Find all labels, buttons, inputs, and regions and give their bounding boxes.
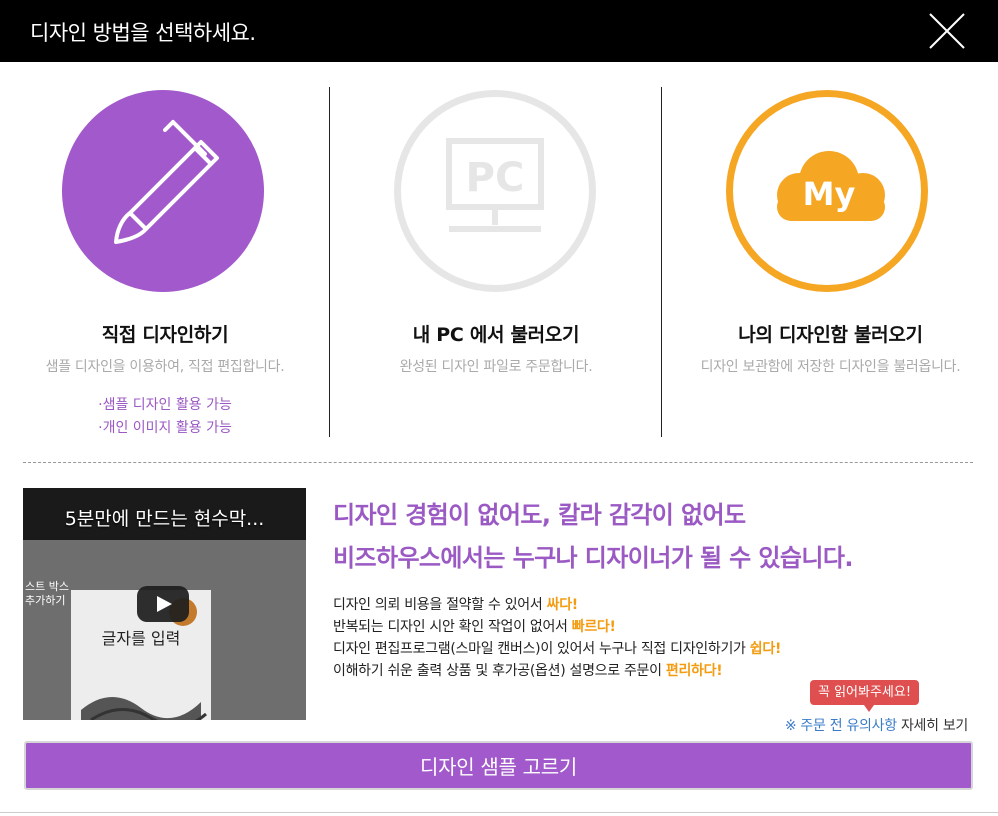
option-icon-circle: PC (394, 90, 596, 292)
modal-title: 디자인 방법을 선택하세요. (30, 21, 256, 45)
benefit-list: 디자인 의뢰 비용을 절약할 수 있어서 싸다! 반복되는 디자인 시안 확인 … (333, 594, 781, 682)
column-divider (329, 87, 330, 437)
close-icon (929, 13, 965, 49)
pc-monitor-icon: PC (446, 138, 544, 232)
cloud-icon: My (777, 151, 885, 221)
tutorial-video[interactable]: 글자를 입력 5분만에 만드는 현수막... 스트 박스 추가하기 (23, 488, 306, 720)
column-divider (661, 87, 662, 437)
play-button[interactable] (137, 586, 189, 622)
option-title: 직접 디자인하기 (101, 324, 229, 346)
video-side-line: 스트 박스 (25, 580, 69, 593)
read-me-tooltip: 꼭 읽어봐주세요! (810, 680, 920, 712)
brush-icon (114, 120, 219, 244)
choose-sample-button[interactable]: 디자인 샘플 고르기 (24, 741, 973, 790)
close-button[interactable] (926, 10, 968, 52)
option-direct-design[interactable]: 직접 디자인하기 샘플 디자인을 이용하여, 직접 편집합니다. ·샘플 디자인… (0, 62, 330, 438)
option-description: 샘플 디자인을 이용하여, 직접 편집합니다. (45, 359, 285, 375)
feature-item: ·개인 이미지 활용 가능 (98, 420, 232, 436)
video-side-text: 스트 박스 추가하기 (25, 580, 69, 608)
order-notice-link[interactable]: ※ 주문 전 유의사항 자세히 보기 (785, 715, 968, 735)
feature-list: ·샘플 디자인 활용 가능 ·개인 이미지 활용 가능 (0, 394, 330, 440)
option-description: 완성된 디자인 파일로 주문합니다. (399, 359, 593, 375)
pc-icon-label: PC (466, 155, 525, 201)
promo-headline: 디자인 경험이 없어도, 칼라 감각이 없어도 (333, 501, 746, 529)
section-divider (23, 462, 973, 463)
video-title: 5분만에 만드는 현수막... (64, 508, 265, 530)
paper-text: 글자를 입력 (102, 629, 181, 648)
notice-link-text[interactable]: ※ 주문 전 유의사항 (785, 718, 897, 734)
bottom-border (0, 812, 998, 813)
video-frame: 글자를 입력 (23, 540, 306, 720)
video-side-line: 추가하기 (25, 594, 66, 607)
benefit-item: 이해하기 쉬운 출력 상품 및 후가공(옵션) 설명으로 주문이 편리하다! (333, 663, 723, 679)
cloud-icon-label: My (803, 175, 856, 213)
option-description: 디자인 보관함에 저장한 디자인을 불러옵니다. (700, 359, 961, 375)
modal-header: 디자인 방법을 선택하세요. (0, 0, 998, 62)
option-load-from-pc[interactable]: PC 내 PC 에서 불러오기 완성된 디자인 파일로 주문합니다. (331, 62, 661, 438)
feature-item: ·샘플 디자인 활용 가능 (98, 397, 232, 413)
option-icon-circle (62, 90, 264, 292)
option-icon-circle: My (726, 90, 928, 292)
option-my-design-box[interactable]: My 나의 디자인함 불러오기 디자인 보관함에 저장한 디자인을 불러옵니다. (663, 62, 998, 438)
option-title: 나의 디자인함 불러오기 (738, 324, 923, 346)
option-title: 내 PC 에서 불러오기 (412, 324, 580, 346)
promo-headline: 비즈하우스에서는 누구나 디자이너가 될 수 있습니다. (333, 544, 853, 572)
notice-suffix: 자세히 보기 (896, 718, 968, 734)
benefit-item: 반복되는 디자인 시안 확인 작업이 없어서 빠르다! (333, 619, 616, 635)
benefit-item: 디자인 의뢰 비용을 절약할 수 있어서 싸다! (333, 597, 578, 613)
benefit-item: 디자인 편집프로그램(스마일 캔버스)이 있어서 누구나 직접 디자인하기가 쉽… (333, 641, 782, 657)
